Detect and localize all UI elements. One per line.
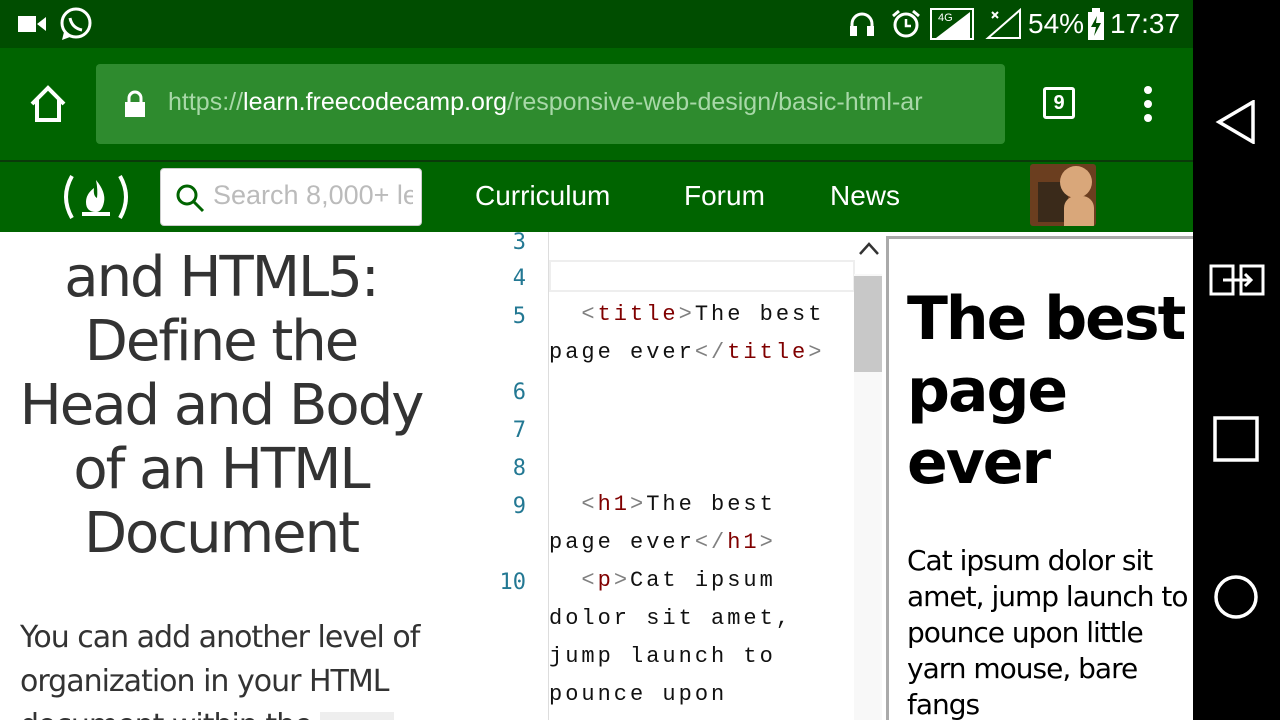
freecodecamp-logo[interactable] bbox=[60, 172, 132, 222]
code-line: <title>The best bbox=[581, 302, 825, 327]
menu-dots-icon[interactable] bbox=[1138, 84, 1158, 124]
battery-percent: 54% bbox=[1028, 8, 1085, 39]
overview-icon[interactable] bbox=[1213, 416, 1259, 462]
back-icon[interactable] bbox=[1215, 100, 1259, 144]
lesson-description-pane: and HTML5: Define the Head and Body of a… bbox=[0, 232, 442, 720]
status-bar: 4G 54% 17:37 bbox=[0, 0, 1193, 48]
url-text: https://learn.freecodecamp.org/responsiv… bbox=[168, 88, 923, 117]
signal-4g-icon: 4G bbox=[930, 8, 974, 40]
clock: 17:37 bbox=[1110, 8, 1181, 39]
search-box[interactable] bbox=[160, 168, 422, 226]
code-line: jump launch to bbox=[549, 644, 776, 669]
home-icon[interactable] bbox=[28, 84, 68, 124]
search-icon bbox=[176, 184, 205, 213]
editor-scrollbar-thumb[interactable] bbox=[854, 276, 882, 372]
tab-switcher-button[interactable]: 9 bbox=[1043, 87, 1075, 119]
code-line: dolor sit amet, bbox=[549, 606, 793, 631]
line-number: 8 bbox=[512, 456, 526, 481]
code-line: page ever</h1> bbox=[549, 530, 776, 555]
headphones-icon bbox=[850, 12, 874, 36]
split-screen-icon[interactable] bbox=[1209, 260, 1265, 300]
code-editor[interactable]: 3 4 5 6 7 8 9 10 <title>The best page ev… bbox=[442, 232, 886, 720]
preview-heading: The best page ever bbox=[907, 284, 1186, 498]
url-path: /responsive-web-design/basic-html-ar bbox=[507, 88, 923, 116]
line-number: 5 bbox=[512, 304, 526, 329]
code-area[interactable]: <title>The best page ever</title> <h1>Th… bbox=[548, 232, 857, 720]
nav-link-news[interactable]: News bbox=[830, 180, 900, 212]
url-host: learn.freecodecamp.org bbox=[243, 88, 508, 116]
nav-link-curriculum[interactable]: Curriculum bbox=[475, 180, 610, 212]
avatar-body bbox=[1064, 196, 1094, 226]
browser-toolbar: https://learn.freecodecamp.org/responsiv… bbox=[0, 48, 1193, 160]
line-number: 4 bbox=[512, 266, 526, 291]
inline-code-chip bbox=[319, 711, 394, 720]
preview-pane: The best page ever Cat ipsum dolor sit a… bbox=[886, 236, 1193, 720]
code-line: pounce upon bbox=[549, 682, 728, 707]
home-nav-icon[interactable] bbox=[1213, 574, 1259, 620]
line-number: 10 bbox=[499, 570, 527, 595]
video-call-icon bbox=[18, 16, 46, 32]
nav-link-forum[interactable]: Forum bbox=[684, 180, 765, 212]
signal-no-sim-icon bbox=[985, 8, 1021, 39]
code-line: <p>Cat ipsum bbox=[581, 568, 776, 593]
site-navbar: Curriculum Forum News bbox=[0, 160, 1193, 232]
lesson-title: and HTML5: Define the Head and Body of a… bbox=[19, 245, 425, 566]
avatar-head bbox=[1060, 166, 1092, 198]
code-line: <h1>The best bbox=[581, 492, 776, 517]
line-number: 9 bbox=[512, 494, 526, 519]
line-number: 7 bbox=[512, 418, 526, 443]
lock-icon bbox=[125, 90, 145, 117]
url-bar[interactable]: https://learn.freecodecamp.org/responsiv… bbox=[96, 64, 1005, 144]
search-input[interactable] bbox=[211, 179, 415, 212]
whatsapp-icon bbox=[60, 7, 92, 40]
android-navigation-bar bbox=[1193, 0, 1280, 720]
line-number: 3 bbox=[512, 232, 526, 255]
code-line: page ever</title> bbox=[549, 340, 825, 365]
battery-charging-icon bbox=[1088, 8, 1104, 40]
tab-count: 9 bbox=[1053, 92, 1065, 114]
url-scheme: https:// bbox=[168, 88, 244, 116]
line-number: 6 bbox=[512, 380, 526, 405]
chevron-up-icon[interactable] bbox=[858, 240, 880, 256]
preview-paragraph: Cat ipsum dolor sit amet, jump launch to… bbox=[907, 544, 1189, 720]
active-line-highlight bbox=[549, 260, 855, 292]
svg-text:4G: 4G bbox=[938, 12, 953, 24]
alarm-icon bbox=[892, 9, 920, 38]
avatar[interactable] bbox=[1030, 164, 1096, 226]
lesson-text: You can add another level of organizatio… bbox=[20, 616, 435, 720]
